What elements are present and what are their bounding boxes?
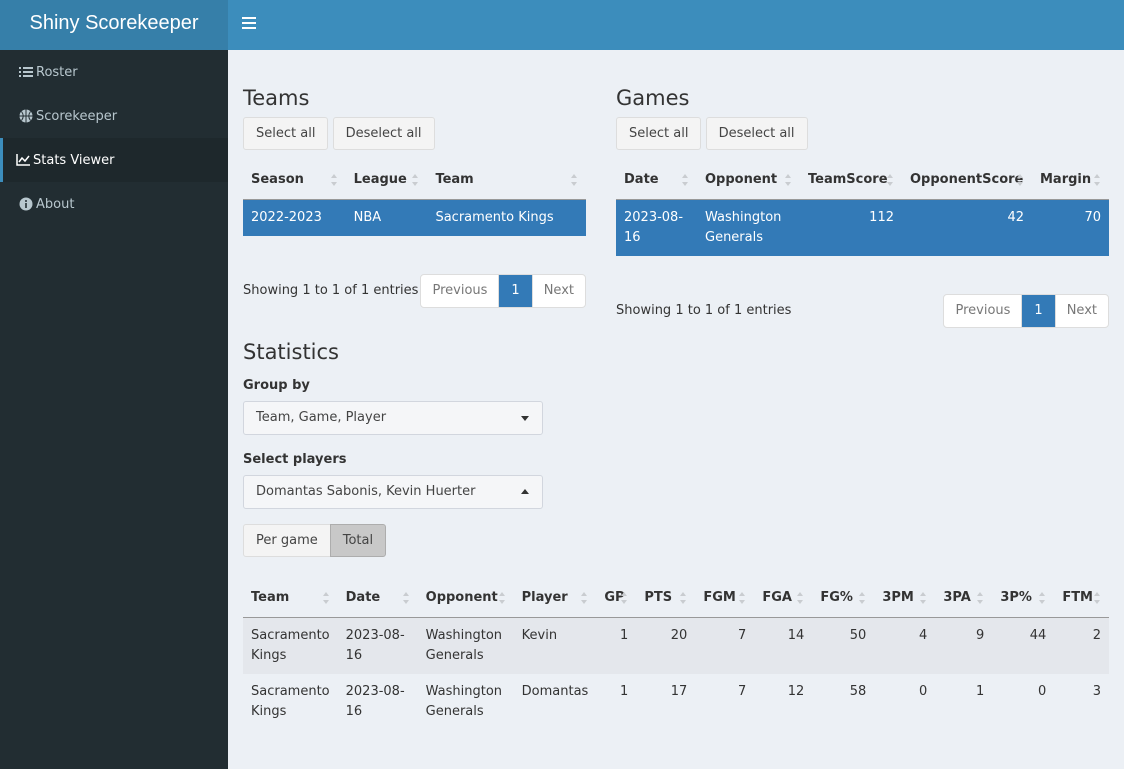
- column-header-3pm[interactable]: 3PM: [874, 579, 936, 618]
- sort-icon: [1094, 174, 1101, 186]
- column-header-team[interactable]: Team: [427, 161, 586, 200]
- sort-icon: [859, 592, 866, 604]
- table-row[interactable]: 2022-2023 NBA Sacramento Kings: [243, 199, 586, 236]
- column-header-pts[interactable]: PTS: [636, 579, 696, 618]
- sort-icon: [739, 592, 746, 604]
- total-button[interactable]: Total: [329, 524, 387, 557]
- sort-icon: [322, 592, 330, 604]
- page-1-button[interactable]: 1: [1021, 295, 1055, 327]
- select-players-select[interactable]: Domantas Sabonis, Kevin Huerter: [243, 475, 543, 509]
- sort-icon: [977, 592, 984, 604]
- sidebar-item-label: About: [36, 196, 75, 212]
- list-icon: [19, 65, 33, 79]
- column-header-season[interactable]: Season: [243, 161, 346, 200]
- column-header-3p-pct[interactable]: 3P%: [992, 579, 1055, 618]
- statistics-title: Statistics: [243, 340, 339, 364]
- sort-icon: [330, 174, 338, 186]
- games-select-all-button[interactable]: Select all: [616, 117, 702, 150]
- statistics-table: Team Date Opponent Player GP PTS FGM FGA…: [243, 579, 1109, 730]
- column-header-opponent[interactable]: Opponent: [417, 579, 514, 618]
- sidebar: Roster Scorekeeper Stats Viewer About: [0, 50, 228, 769]
- column-header-fgm[interactable]: FGM: [695, 579, 755, 618]
- info-circle-icon: [19, 197, 33, 211]
- column-header-gp[interactable]: GP: [596, 579, 637, 618]
- previous-page-button[interactable]: Previous: [421, 275, 498, 307]
- sort-icon: [682, 174, 689, 186]
- basketball-icon: [19, 109, 33, 123]
- column-header-date[interactable]: Date: [337, 579, 418, 618]
- previous-page-button[interactable]: Previous: [944, 295, 1021, 327]
- top-navbar: [228, 0, 1124, 50]
- sidebar-item-label: Scorekeeper: [36, 108, 118, 124]
- column-header-league[interactable]: League: [345, 161, 428, 200]
- games-pagination: Previous 1 Next: [943, 294, 1109, 328]
- sidebar-item-about[interactable]: About: [0, 182, 228, 226]
- statistics-panel: Statistics Group by Team, Game, Player S…: [243, 340, 1109, 760]
- column-header-player[interactable]: Player: [513, 579, 597, 618]
- column-header-teamscore[interactable]: TeamScore: [800, 161, 902, 200]
- sort-icon: [1017, 174, 1024, 186]
- games-deselect-all-button[interactable]: Deselect all: [705, 117, 808, 150]
- page-1-button[interactable]: 1: [498, 275, 532, 307]
- teams-deselect-all-button[interactable]: Deselect all: [332, 117, 435, 150]
- games-panel: Games Select all Deselect all Date Oppon…: [616, 86, 1109, 328]
- teams-panel: Teams Select all Deselect all Season Lea…: [243, 86, 586, 308]
- column-header-3pa[interactable]: 3PA: [935, 579, 993, 618]
- sidebar-item-label: Stats Viewer: [33, 152, 115, 168]
- sidebar-toggle-icon[interactable]: [242, 17, 256, 31]
- column-header-margin[interactable]: Margin: [1032, 161, 1109, 200]
- teams-table-info: Showing 1 to 1 of 1 entries: [243, 283, 419, 298]
- sidebar-item-scorekeeper[interactable]: Scorekeeper: [0, 94, 228, 138]
- group-by-select[interactable]: Team, Game, Player: [243, 401, 543, 435]
- teams-select-all-button[interactable]: Select all: [243, 117, 329, 150]
- column-header-ftm[interactable]: FTM: [1054, 579, 1109, 618]
- sort-icon: [920, 592, 927, 604]
- sidebar-item-stats-viewer[interactable]: Stats Viewer: [0, 138, 228, 182]
- sidebar-item-label: Roster: [36, 64, 78, 80]
- app-logo-title[interactable]: Shiny Scorekeeper: [0, 0, 228, 50]
- line-chart-icon: [16, 153, 30, 167]
- group-by-label: Group by: [243, 378, 310, 393]
- main-content: Teams Select all Deselect all Season Lea…: [228, 50, 1124, 769]
- teams-table: Season League Team 2022-2023 NBA Sacrame…: [243, 161, 586, 236]
- column-header-fga[interactable]: FGA: [754, 579, 813, 618]
- next-page-button[interactable]: Next: [1054, 295, 1108, 327]
- column-header-fg-pct[interactable]: FG%: [812, 579, 875, 618]
- games-title: Games: [616, 86, 690, 110]
- column-header-opponent[interactable]: Opponent: [697, 161, 800, 200]
- games-table-info: Showing 1 to 1 of 1 entries: [616, 303, 792, 318]
- teams-pagination: Previous 1 Next: [420, 274, 586, 308]
- per-game-total-toggle: Per game Total: [243, 524, 387, 557]
- games-table: Date Opponent TeamScore OpponentScore Ma…: [616, 161, 1109, 256]
- teams-title: Teams: [243, 86, 310, 110]
- sort-icon: [581, 592, 588, 604]
- sidebar-item-roster[interactable]: Roster: [0, 50, 228, 94]
- table-row[interactable]: Sacramento Kings 2023-08-16 Washington G…: [243, 674, 1109, 730]
- sort-icon: [621, 592, 628, 604]
- column-header-opponentscore[interactable]: OpponentScore: [902, 161, 1032, 200]
- sort-icon: [785, 174, 792, 186]
- sort-icon: [1039, 592, 1046, 604]
- table-row[interactable]: 2023-08-16 Washington Generals 112 42 70: [616, 199, 1109, 256]
- chevron-up-icon: [521, 489, 529, 494]
- sort-icon: [887, 174, 894, 186]
- sort-icon: [571, 174, 578, 186]
- sort-icon: [498, 592, 506, 604]
- table-row[interactable]: Sacramento Kings 2023-08-16 Washington G…: [243, 617, 1109, 674]
- per-game-button[interactable]: Per game: [243, 524, 331, 557]
- sort-icon: [1094, 592, 1101, 604]
- sort-icon: [412, 174, 419, 186]
- next-page-button[interactable]: Next: [531, 275, 585, 307]
- sort-icon: [680, 592, 687, 604]
- select-players-label: Select players: [243, 452, 347, 467]
- column-header-date[interactable]: Date: [616, 161, 697, 200]
- sort-icon: [402, 592, 410, 604]
- sort-icon: [797, 592, 804, 604]
- column-header-team[interactable]: Team: [243, 579, 338, 618]
- chevron-down-icon: [521, 416, 529, 421]
